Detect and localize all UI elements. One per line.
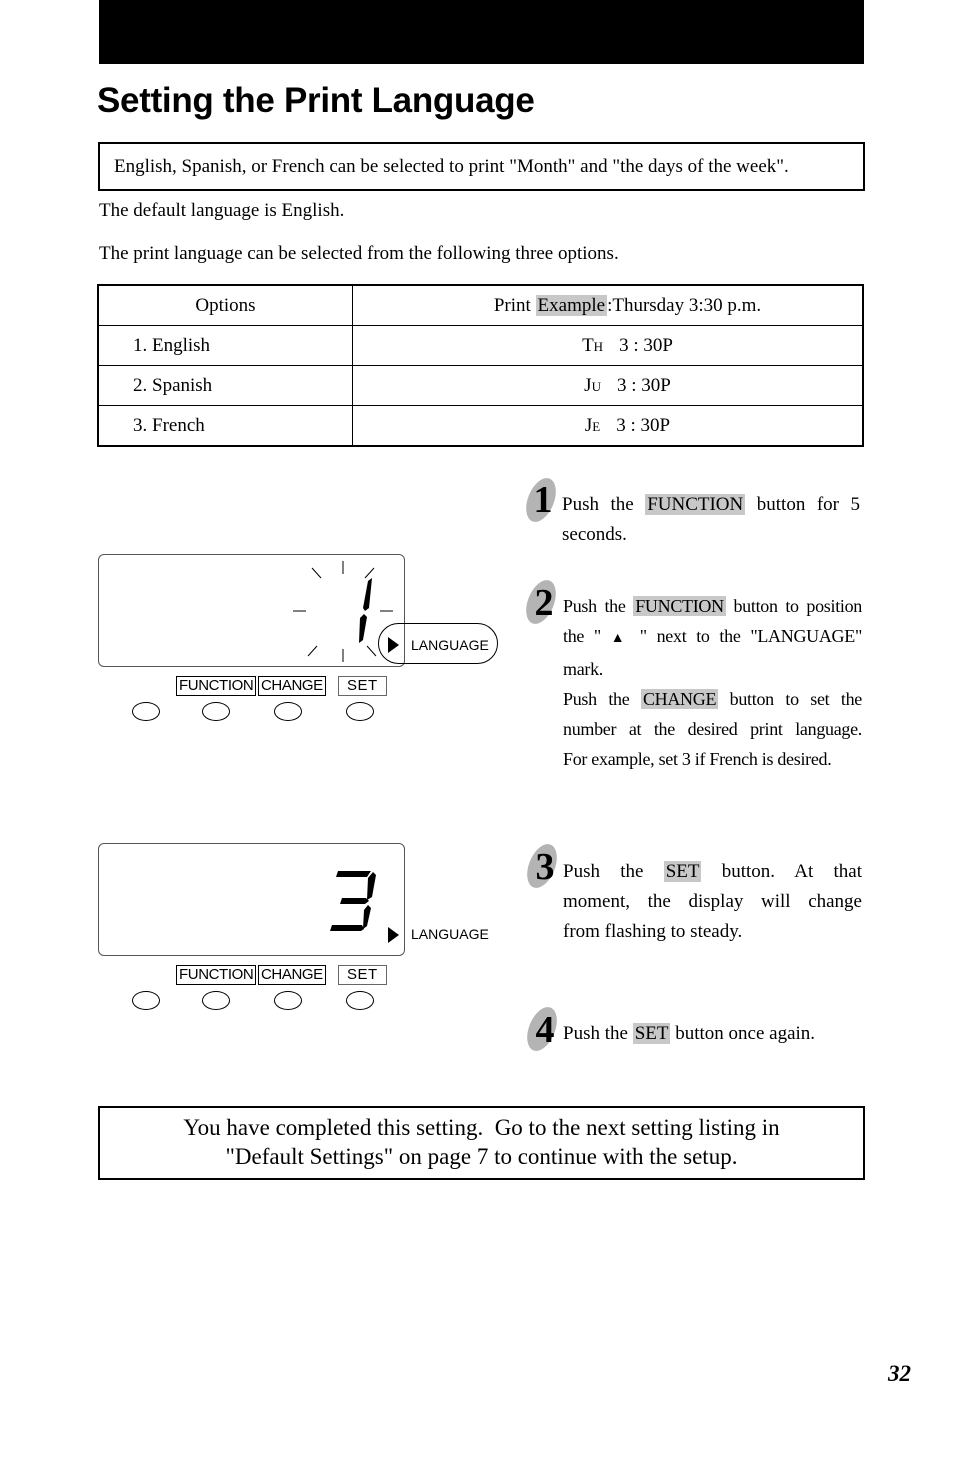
flash-ray [364, 567, 375, 579]
blank-button[interactable] [132, 991, 160, 1010]
triangle-right-icon [388, 927, 399, 943]
step-number: 1 [534, 479, 553, 521]
step-2-badge: 2 [526, 580, 556, 624]
set-button[interactable] [346, 991, 374, 1010]
option-label: 2. Spanish [98, 365, 353, 406]
step-4-badge: 4 [527, 1007, 557, 1051]
change-button[interactable] [274, 702, 302, 721]
day-second-letter: H [593, 338, 604, 354]
step-line: Push the CHANGE button to set the [563, 689, 862, 709]
completion-line-1: You have completed this setting. Go to t… [183, 1115, 780, 1140]
step-line: number at the desired print language. [563, 719, 862, 739]
day-first-letter: J [584, 374, 592, 396]
blank-button[interactable] [132, 702, 160, 721]
digit-segment [359, 614, 367, 643]
digit-segment [367, 872, 376, 900]
function-highlight: FUNCTION [633, 596, 726, 616]
step-1-badge: 1 [526, 478, 556, 522]
function-button-label: FUNCTION [176, 965, 257, 985]
step-line: moment, the display will change [563, 891, 862, 912]
step-number: 2 [535, 582, 554, 624]
triangle-up-icon: ▲ [610, 631, 630, 646]
digit-segment [363, 578, 372, 611]
page-number: 32 [888, 1361, 911, 1386]
print-example: TH 3 : 30P [352, 325, 863, 366]
digit-segment [363, 905, 371, 929]
control-panel-flashing: LANGUAGE FUNCTION CHANGE SET [98, 554, 508, 729]
step-line: Push the SET button. At that [563, 861, 862, 882]
language-indicator-label: LANGUAGE [411, 926, 489, 942]
change-button-label: CHANGE [258, 676, 326, 696]
options-table: Options Print Example:Thursday 3:30 p.m.… [97, 284, 864, 447]
set-highlight: SET [663, 861, 702, 882]
change-highlight: CHANGE [640, 689, 719, 709]
step-line: Push the SET button once again. [563, 1023, 816, 1044]
print-time: 3 : 30P [616, 374, 671, 396]
completion-box: You have completed this setting. Go to t… [98, 1106, 865, 1180]
day-second-letter: U [591, 378, 601, 394]
step-line: mark. [563, 659, 603, 679]
day-second-letter: E [592, 418, 601, 434]
function-button[interactable] [202, 991, 230, 1010]
control-panel-steady: LANGUAGE FUNCTION CHANGE SET [98, 843, 508, 1018]
step-3-text: Push the SET button. At that moment, the… [563, 857, 862, 947]
flash-ray [366, 645, 377, 657]
step-line: Push the FUNCTION button to position [563, 596, 862, 616]
change-button[interactable] [274, 991, 302, 1010]
set-button-label: SET [338, 676, 387, 696]
intro-box: English, Spanish, or French can be selec… [98, 142, 865, 191]
set-button[interactable] [346, 702, 374, 721]
print-time: 3 : 30P [616, 414, 671, 436]
completion-line-2: "Default Settings" on page 7 to continue… [225, 1144, 738, 1169]
flash-ray [311, 567, 322, 579]
digit-three-icon [330, 871, 376, 931]
step-line: For example, set 3 if French is desired. [563, 749, 832, 769]
digit-segment [336, 871, 371, 877]
print-example: JE 3 : 30P [353, 406, 864, 447]
step-4-text: Push the SET button once again. [563, 1019, 862, 1049]
step-3-badge: 3 [527, 844, 557, 888]
header-print-example: Print Example:Thursday 3:30 p.m. [352, 285, 863, 326]
function-button-label: FUNCTION [176, 676, 257, 696]
function-highlight: FUNCTION [645, 494, 746, 515]
header-bar [99, 0, 864, 64]
digit-segment [330, 925, 364, 931]
option-label: 1. English [98, 325, 353, 366]
change-button-label: CHANGE [258, 965, 326, 985]
digit-segment [340, 898, 369, 904]
step-line: Push the FUNCTION button for 5 [562, 494, 860, 515]
step-line: from flashing to steady. [563, 921, 743, 942]
header-options: Options [98, 285, 353, 326]
table-row: 3. French JE 3 : 30P [98, 405, 864, 447]
set-highlight: SET [632, 1023, 671, 1044]
step-number: 3 [536, 846, 555, 888]
table-header-row: Options Print Example:Thursday 3:30 p.m. [98, 285, 863, 326]
header-print-suffix: :Thursday 3:30 p.m. [607, 294, 762, 316]
print-example: JU 3 : 30P [352, 365, 863, 406]
header-print-highlight: Example [535, 294, 608, 316]
day-first-letter: T [582, 334, 594, 356]
default-language-note: The default language is English. [99, 200, 345, 221]
step-number: 4 [536, 1009, 555, 1051]
function-button[interactable] [202, 702, 230, 721]
option-label: 3. French [98, 405, 353, 446]
step-1-text: Push the FUNCTION button for 5 seconds. [562, 490, 860, 550]
language-indicator-label: LANGUAGE [411, 637, 489, 653]
table-row: 2. Spanish JU 3 : 30P [98, 365, 863, 406]
triangle-right-icon [388, 637, 399, 653]
step-line: seconds. [562, 524, 627, 545]
step-2-text: Push the FUNCTION button to position the… [563, 591, 862, 774]
options-note: The print language can be selected from … [99, 243, 619, 264]
header-print-prefix: Print [493, 294, 536, 316]
set-button-label: SET [338, 965, 387, 985]
intro-text: English, Spanish, or French can be selec… [114, 156, 789, 177]
page-title: Setting the Print Language [97, 81, 535, 120]
print-time: 3 : 30P [619, 334, 673, 356]
step-line: the " ▲ " next to the "LANGUAGE" [563, 626, 862, 646]
table-row: 1. English TH 3 : 30P [98, 325, 863, 366]
flash-ray [307, 645, 318, 657]
